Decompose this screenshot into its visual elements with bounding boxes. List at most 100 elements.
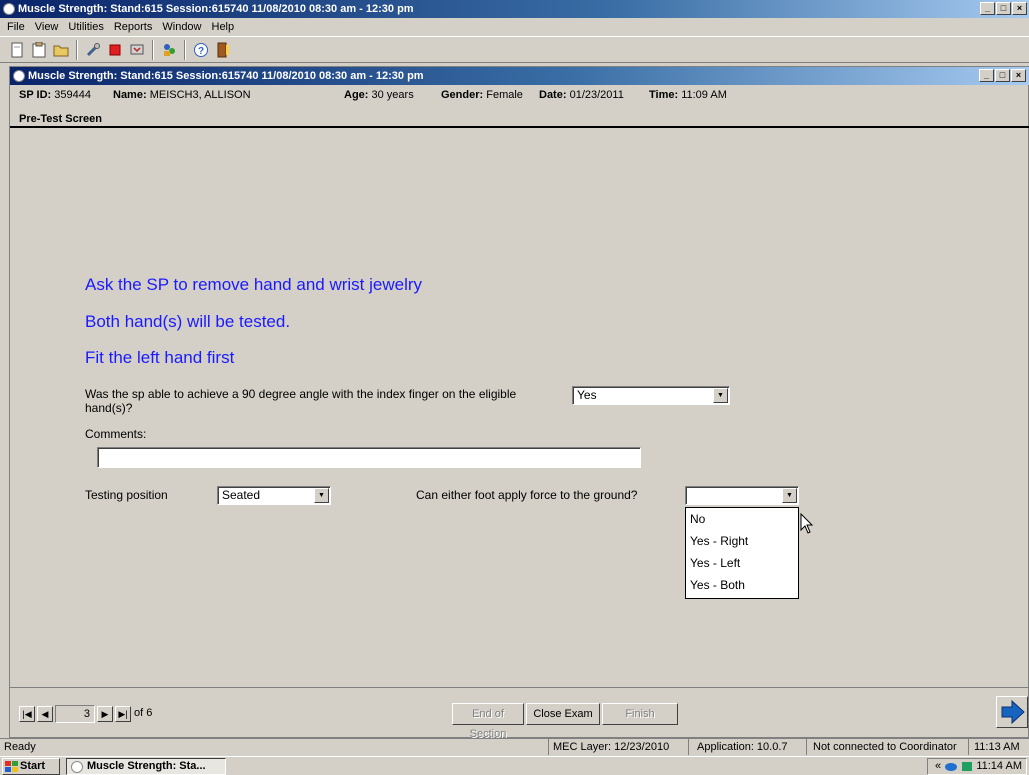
svg-text:?: ?	[198, 46, 204, 57]
toolbar-separator	[76, 39, 78, 60]
age-field: Age: 30 years	[344, 85, 414, 105]
menu-window[interactable]: Window	[157, 21, 206, 33]
last-page-icon[interactable]: ▶|	[115, 706, 131, 722]
page-number-field[interactable]: 3	[55, 705, 95, 723]
angle-select[interactable]: Yes ▼	[572, 386, 730, 405]
menu-file[interactable]: File	[2, 21, 30, 33]
open-folder-icon[interactable]	[50, 39, 72, 61]
status-bar: Ready MEC Layer: 12/23/2010 Application:…	[0, 738, 1029, 755]
foot-option-yes-left[interactable]: Yes - Left	[686, 552, 798, 574]
next-arrow-button[interactable]	[996, 696, 1028, 728]
chevron-down-icon[interactable]: ▼	[713, 388, 728, 403]
name-field: Name: MEISCH3, ALLISON	[113, 85, 251, 105]
transfer-icon[interactable]	[126, 39, 148, 61]
exam-window-controls: _ □ ×	[979, 69, 1026, 82]
app-icon[interactable]	[3, 3, 15, 15]
exam-close-button[interactable]: ×	[1011, 69, 1026, 82]
maximize-button[interactable]: □	[996, 2, 1011, 15]
close-button[interactable]: ×	[1012, 2, 1027, 15]
time-label: Time:	[649, 89, 679, 101]
testing-position-select[interactable]: Seated ▼	[217, 486, 331, 505]
age-value: 30 years	[371, 89, 414, 101]
menu-view[interactable]: View	[30, 21, 64, 33]
end-of-section-button[interactable]: End of Section	[452, 703, 524, 740]
menu-bar: File View Utilities Reports Window Help	[0, 18, 1029, 35]
exit-door-icon[interactable]	[212, 39, 234, 61]
exam-window: Muscle Strength: Stand:615 Session:61574…	[9, 66, 1029, 740]
time-field: Time: 11:09 AM	[649, 85, 727, 105]
start-button[interactable]: Start	[2, 758, 60, 775]
instruction-jewelry: Ask the SP to remove hand and wrist jewe…	[85, 275, 423, 294]
tools-icon[interactable]	[82, 39, 104, 61]
gender-field: Gender: Female	[441, 85, 523, 105]
screen-header: Pre-Test Screen	[10, 113, 1029, 128]
minimize-button[interactable]: _	[980, 2, 995, 15]
testing-position-label: Testing position	[85, 488, 168, 502]
comments-field[interactable]	[97, 447, 641, 468]
taskbar-item-muscle-strength[interactable]: Muscle Strength: Sta...	[66, 758, 226, 775]
menu-reports[interactable]: Reports	[109, 21, 158, 33]
status-ready: Ready	[4, 741, 36, 753]
age-label: Age:	[344, 89, 369, 101]
tray-expand-chevron[interactable]: «	[935, 760, 941, 772]
name-value: MEISCH3, ALLISON	[149, 89, 251, 101]
stop-icon[interactable]	[104, 39, 126, 61]
sp-id-field: SP ID: 359444	[19, 85, 91, 105]
start-label: Start	[20, 760, 46, 772]
time-value: 11:09 AM	[681, 89, 727, 101]
exam-maximize-button[interactable]: □	[995, 69, 1010, 82]
angle-select-value: Yes	[577, 388, 597, 402]
participant-info-bar: SP ID: 359444 Name: MEISCH3, ALLISON Age…	[10, 85, 1029, 105]
sp-id-value: 359444	[54, 89, 91, 101]
date-field: Date: 01/23/2011	[539, 85, 624, 105]
foot-option-yes-both[interactable]: Yes - Both	[686, 574, 798, 596]
clipboard-icon[interactable]	[28, 39, 50, 61]
angle-question-label: Was the sp able to achieve a 90 degree a…	[85, 387, 517, 415]
date-value: 01/23/2011	[569, 89, 624, 101]
sp-id-label: SP ID:	[19, 89, 52, 101]
menu-help[interactable]: Help	[207, 21, 240, 33]
instruction-fit-left: Fit the left hand first	[85, 348, 235, 367]
status-time: 11:13 AM	[968, 739, 1020, 755]
foot-option-yes-right[interactable]: Yes - Right	[686, 530, 798, 552]
exam-window-icon[interactable]	[13, 70, 25, 82]
exam-minimize-button[interactable]: _	[979, 69, 994, 82]
toolbar: ?	[0, 36, 1029, 63]
first-page-icon[interactable]: |◀	[19, 706, 35, 722]
help-icon[interactable]: ?	[190, 39, 212, 61]
tray-app-icon[interactable]	[961, 761, 973, 772]
navigation-bar: |◀ ◀ 3 ▶ ▶| of 6 End of Section Close Ex…	[10, 687, 1029, 740]
windows-logo-icon	[5, 761, 18, 772]
chevron-down-icon[interactable]: ▼	[314, 488, 329, 503]
exam-window-title: Muscle Strength: Stand:615 Session:61574…	[28, 70, 424, 82]
people-icon[interactable]	[158, 39, 180, 61]
status-application: Application: 10.0.7	[688, 739, 788, 755]
app-title-bar[interactable]: Muscle Strength: Stand:615 Session:61574…	[0, 0, 1029, 18]
toolbar-separator	[184, 39, 186, 60]
instruction-hands-tested: Both hand(s) will be tested.	[85, 312, 291, 331]
testing-position-value: Seated	[222, 488, 261, 502]
taskbar: Start Muscle Strength: Sta... « 11:14 AM	[0, 756, 1029, 775]
name-label: Name:	[113, 89, 147, 101]
foot-option-no[interactable]: No	[686, 508, 798, 530]
menu-utilities[interactable]: Utilities	[63, 21, 108, 33]
mouse-cursor-icon	[800, 513, 814, 534]
finish-button[interactable]: Finish	[602, 703, 678, 725]
chevron-down-icon[interactable]: ▼	[782, 488, 797, 503]
app-title: Muscle Strength: Stand:615 Session:61574…	[18, 3, 414, 15]
new-document-icon[interactable]	[6, 39, 28, 61]
system-tray: « 11:14 AM	[927, 758, 1027, 775]
status-mec-layer: MEC Layer: 12/23/2010	[548, 739, 669, 755]
page-count-label: of 6	[134, 707, 153, 719]
gender-value: Female	[486, 89, 523, 101]
close-exam-button[interactable]: Close Exam	[526, 703, 600, 725]
foot-dropdown-list: No Yes - Right Yes - Left Yes - Both	[685, 507, 799, 599]
status-coordinator: Not connected to Coordinator	[806, 739, 957, 755]
clock: 11:14 AM	[976, 760, 1022, 772]
comments-label: Comments:	[85, 427, 147, 441]
exam-window-title-bar[interactable]: Muscle Strength: Stand:615 Session:61574…	[10, 67, 1029, 85]
next-page-icon[interactable]: ▶	[97, 706, 113, 722]
previous-page-icon[interactable]: ◀	[37, 706, 53, 722]
foot-select[interactable]: ▼	[685, 486, 799, 505]
network-icon[interactable]	[944, 761, 958, 772]
